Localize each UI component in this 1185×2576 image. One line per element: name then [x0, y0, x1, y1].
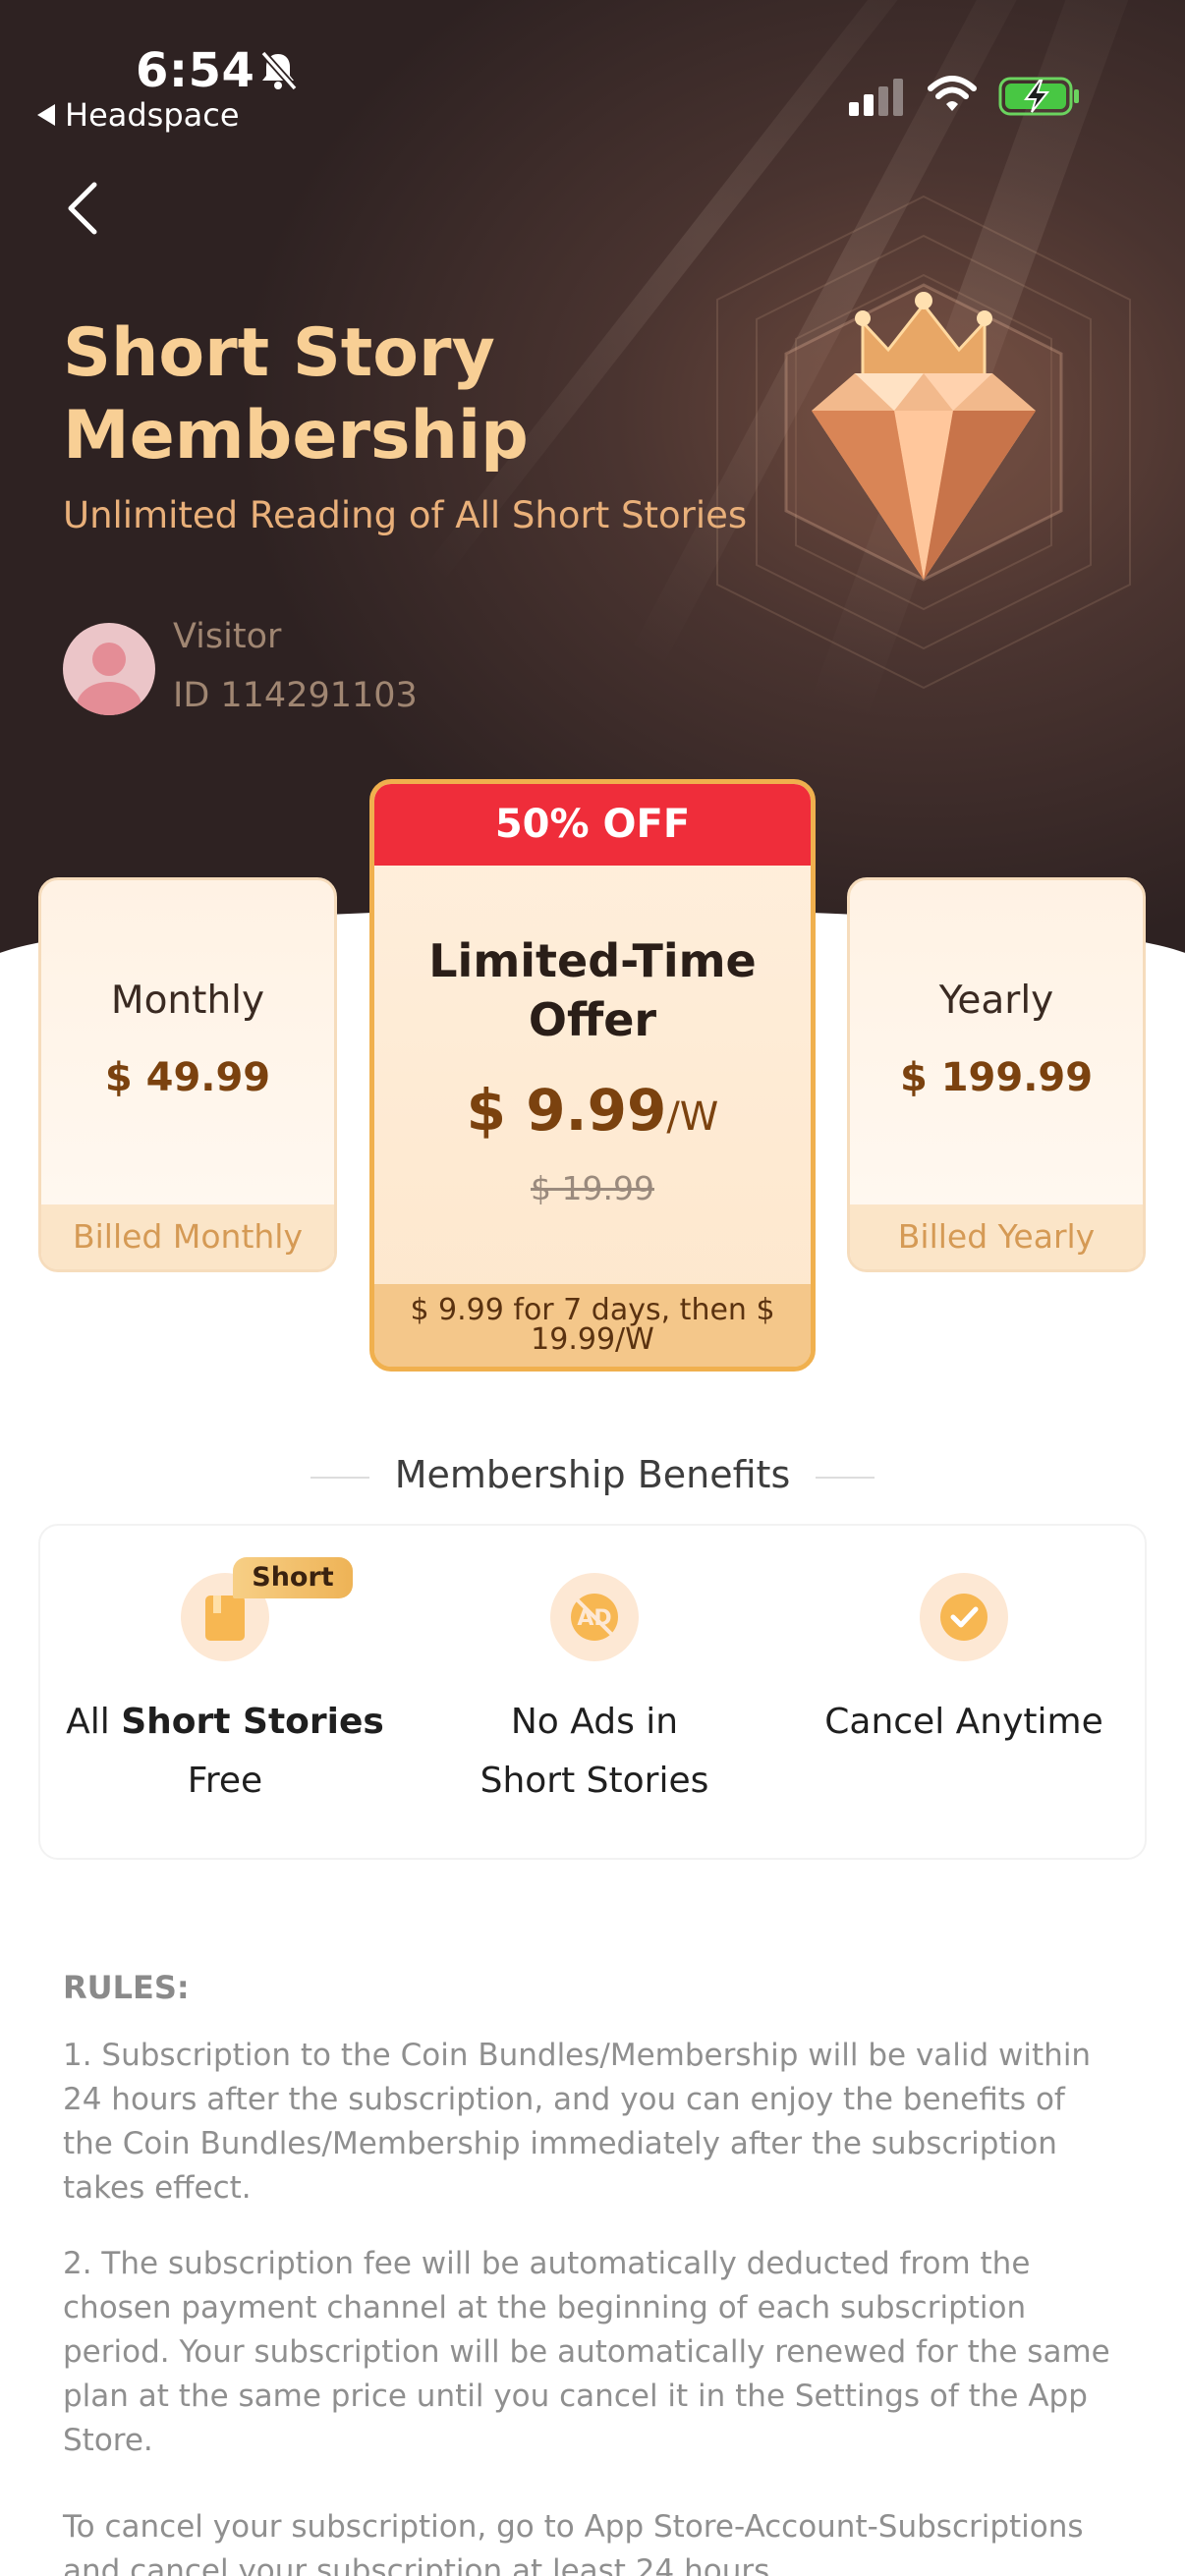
plan-billing: Billed Monthly	[41, 1204, 334, 1269]
battery-charging-icon	[998, 77, 1079, 116]
plan-price: $ 49.99	[104, 1055, 271, 1100]
benefit-all-short-stories: Short All Short Stories Free	[40, 1526, 410, 1862]
benefit-label-suffix: Free	[187, 1761, 263, 1801]
page-title: Short Story Membership	[63, 314, 529, 475]
divider	[310, 1476, 369, 1479]
short-tag: Short	[233, 1557, 353, 1598]
back-triangle-icon	[37, 104, 55, 126]
user-id: ID 114291103	[173, 676, 418, 715]
benefits-panel: Short All Short Stories Free AD No Ads in…	[38, 1524, 1147, 1860]
benefit-label: Cancel Anytime	[824, 1702, 1103, 1742]
plan-price-unit: /W	[666, 1094, 719, 1140]
status-time: 6:54	[136, 43, 255, 98]
back-arrow-icon[interactable]	[61, 177, 110, 240]
benefit-label: No Ads in Short Stories	[480, 1702, 709, 1801]
plan-name: Yearly	[938, 979, 1054, 1023]
back-to-app-link[interactable]: Headspace	[37, 96, 240, 134]
rule-item: 2. The subscription fee will be automati…	[63, 2246, 1110, 2458]
divider	[816, 1476, 875, 1479]
avatar-head	[92, 643, 126, 676]
plan-card-monthly[interactable]: Monthly $ 49.99 Billed Monthly	[38, 877, 337, 1272]
plan-price: $ 199.99	[899, 1055, 1094, 1100]
discount-badge: 50% OFF	[374, 784, 811, 866]
plan-billing: Billed Yearly	[850, 1204, 1143, 1269]
benefits-heading-text: Membership Benefits	[394, 1453, 791, 1496]
plan-name: Monthly	[110, 979, 265, 1023]
page-subtitle: Unlimited Reading of All Short Stories	[63, 494, 748, 536]
rule-item: To cancel your subscription, go to App S…	[63, 2509, 1084, 2576]
bell-slash-icon	[260, 50, 298, 91]
plan-card-yearly[interactable]: Yearly $ 199.99 Billed Yearly	[847, 877, 1146, 1272]
offer-terms: $ 9.99 for 7 days, then $ 19.99/W	[374, 1284, 811, 1367]
benefits-heading: Membership Benefits	[0, 1453, 1185, 1496]
benefit-label-bold: Short Stories	[121, 1702, 384, 1742]
plan-card-limited-offer[interactable]: 50% OFF Limited-Time Offer $ 9.99/W $ 19…	[369, 779, 816, 1372]
benefit-cancel-anytime: Cancel Anytime	[779, 1526, 1149, 1862]
signal-icon	[849, 79, 903, 116]
back-app-label: Headspace	[65, 96, 240, 134]
avatar-body	[77, 682, 141, 715]
benefit-label-prefix: All	[66, 1702, 122, 1742]
check-icon	[920, 1573, 1008, 1661]
rule-item: 1. Subscription to the Coin Bundles/Memb…	[63, 2038, 1092, 2206]
plan-name: Limited-Time Offer	[428, 934, 757, 1046]
wifi-icon	[928, 76, 977, 111]
original-price: $ 19.99	[531, 1169, 654, 1207]
benefit-label: All Short Stories Free	[50, 1693, 400, 1811]
plan-price-amount: $ 9.99	[466, 1077, 667, 1144]
user-name: Visitor	[173, 617, 282, 656]
plan-price: $ 9.99/W	[374, 1077, 811, 1144]
benefit-no-ads: AD No Ads in Short Stories	[410, 1526, 779, 1862]
no-ads-icon: AD	[550, 1573, 639, 1661]
rules-title: RULES:	[63, 1969, 190, 2006]
avatar	[63, 623, 155, 715]
